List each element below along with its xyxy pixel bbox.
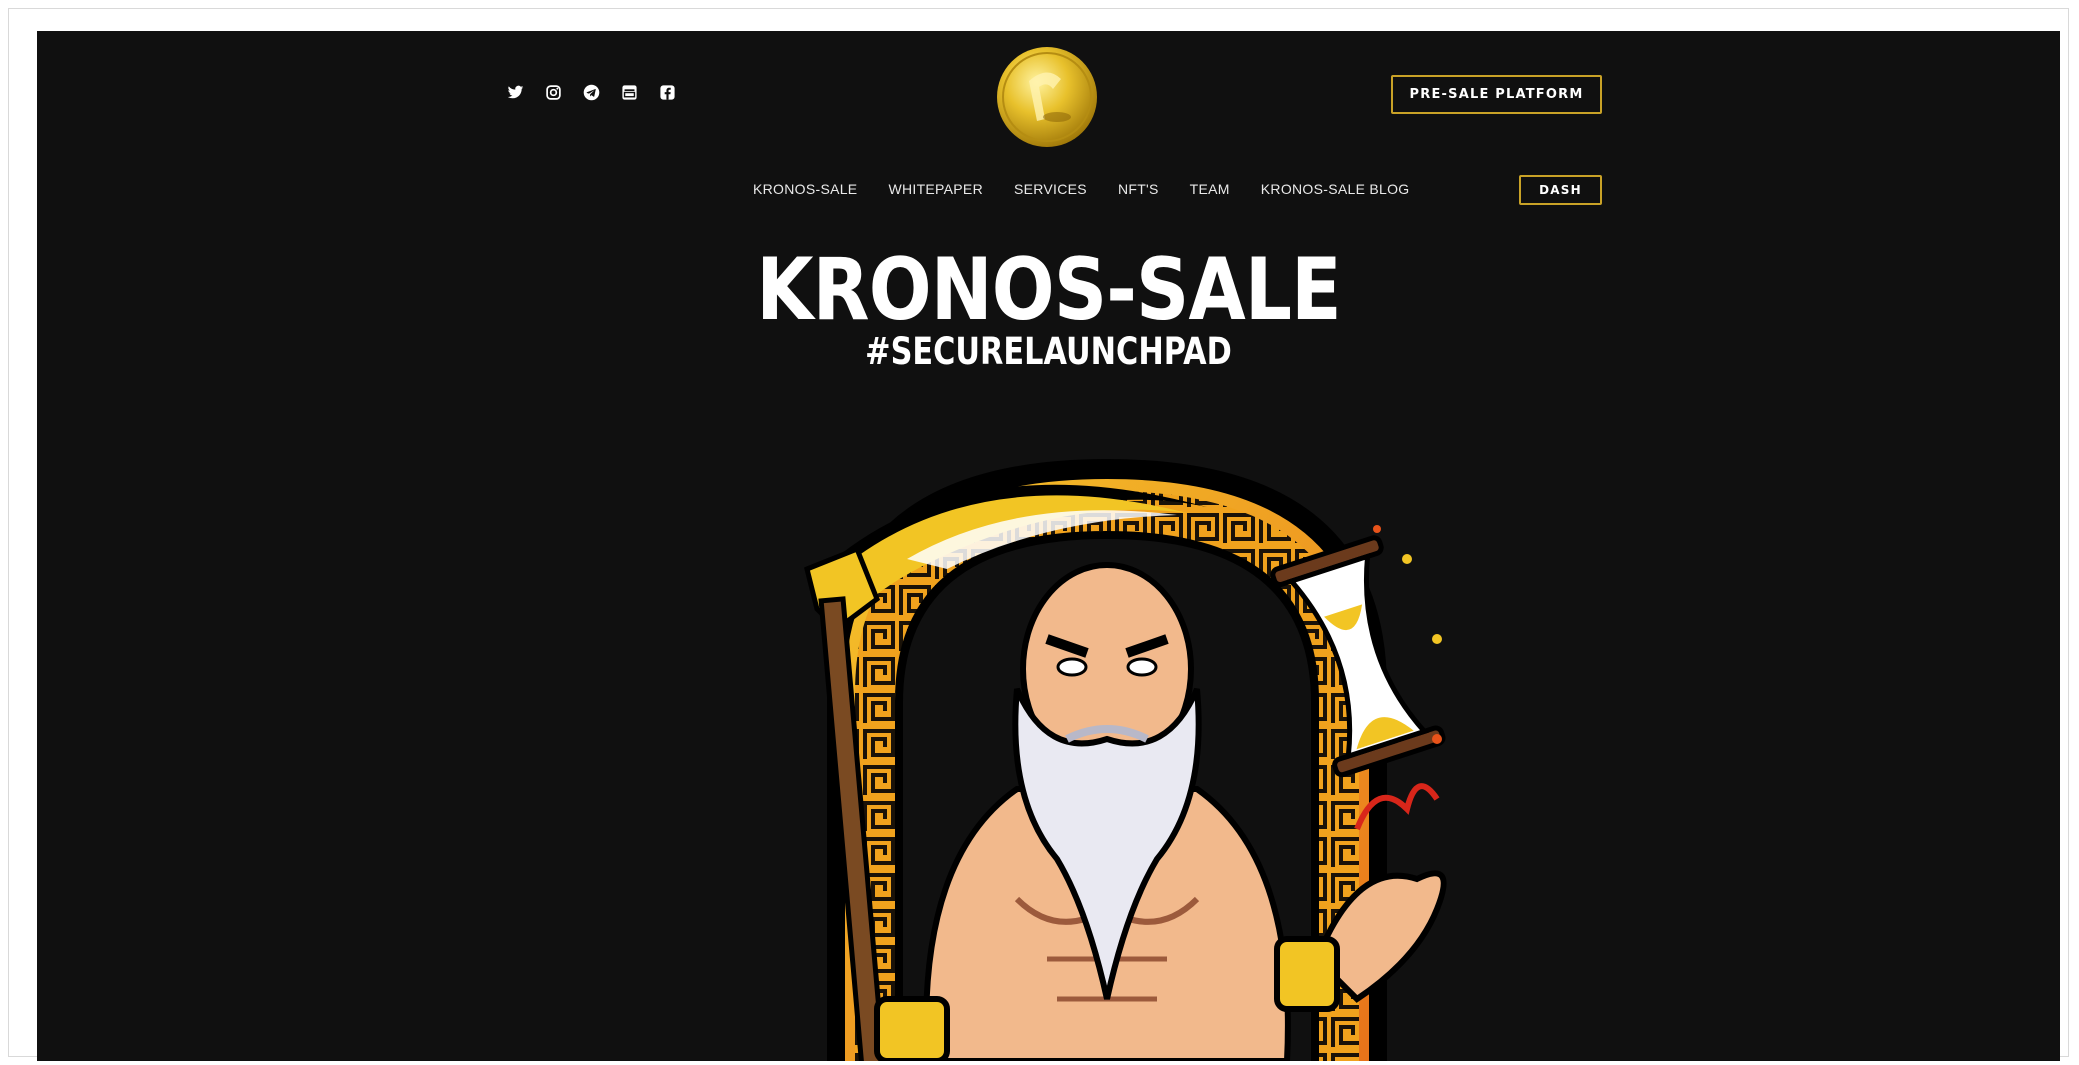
main-nav: KRONOS-SALE WHITEPAPER SERVICES NFT'S TE…: [753, 181, 1410, 197]
social-links: [507, 84, 676, 101]
dash-button[interactable]: DASH: [1519, 175, 1602, 205]
landing-page: PRE-SALE PLATFORM KRONOS-SALE WHITEPAPER…: [37, 31, 2060, 1061]
presale-platform-button[interactable]: PRE-SALE PLATFORM: [1391, 75, 1602, 114]
hero-title: KRONOS-SALE: [756, 240, 1341, 340]
browser-frame: PRE-SALE PLATFORM KRONOS-SALE WHITEPAPER…: [8, 8, 2069, 1061]
medium-icon[interactable]: [621, 84, 638, 101]
instagram-icon[interactable]: [545, 84, 562, 101]
nav-item-nfts[interactable]: NFT'S: [1118, 181, 1159, 197]
hero-subtitle: #SECURELAUNCHPAD: [865, 330, 1232, 373]
nav-item-kronos-sale[interactable]: KRONOS-SALE: [753, 181, 857, 197]
telegram-icon[interactable]: [583, 84, 600, 101]
kronos-mascot-illustration: [804, 459, 1447, 1061]
twitter-icon[interactable]: [507, 84, 524, 101]
nav-item-blog[interactable]: KRONOS-SALE BLOG: [1261, 181, 1410, 197]
kronos-coin-logo[interactable]: [995, 45, 1099, 149]
nav-item-services[interactable]: SERVICES: [1014, 181, 1087, 197]
facebook-icon[interactable]: [659, 84, 676, 101]
nav-item-team[interactable]: TEAM: [1190, 181, 1230, 197]
nav-item-whitepaper[interactable]: WHITEPAPER: [888, 181, 983, 197]
